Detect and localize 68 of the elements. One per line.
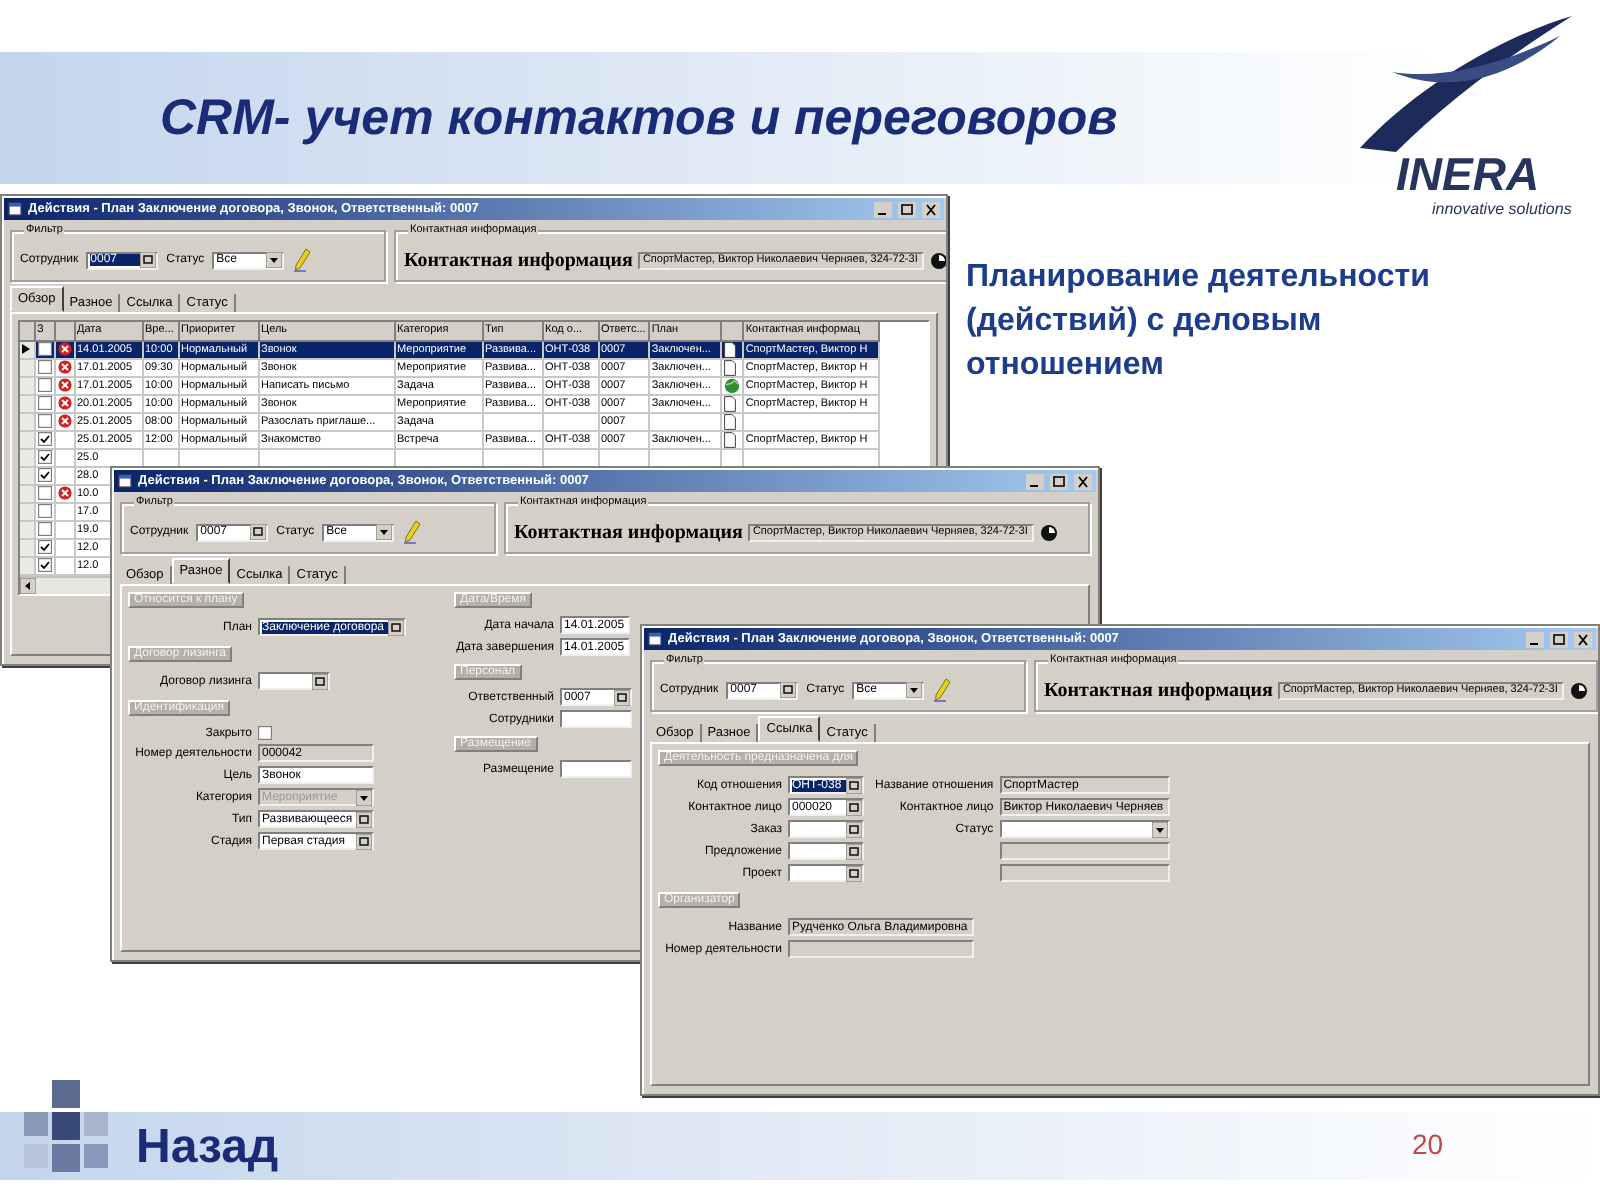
window-icon — [648, 632, 662, 646]
minimize-button[interactable] — [874, 201, 892, 217]
contact-icon[interactable] — [1569, 681, 1588, 699]
lookup-field[interactable] — [788, 820, 864, 838]
lookup-button[interactable] — [845, 799, 862, 815]
lookup-button[interactable] — [312, 673, 328, 689]
close-button[interactable] — [1074, 473, 1092, 489]
row-pointer-icon — [22, 344, 30, 354]
lookup-field[interactable] — [258, 672, 330, 690]
lookup-button[interactable] — [845, 865, 862, 881]
lookup-button[interactable] — [845, 777, 862, 793]
contact-heading: Контактная информация — [514, 521, 743, 543]
contact-icon[interactable] — [1039, 523, 1058, 541]
lookup-field[interactable] — [788, 864, 864, 882]
lookup-field[interactable] — [788, 842, 864, 860]
close-button[interactable] — [1574, 631, 1592, 647]
input-field[interactable] — [560, 760, 632, 778]
checkbox[interactable] — [37, 558, 51, 572]
checkbox[interactable] — [37, 414, 51, 428]
checkbox[interactable] — [37, 432, 51, 446]
back-link[interactable]: Назад — [136, 1120, 279, 1176]
lookup-button[interactable] — [845, 821, 862, 837]
checkbox[interactable] — [258, 726, 272, 740]
lookup-button[interactable] — [780, 682, 797, 698]
checkbox[interactable] — [37, 504, 51, 518]
checkbox[interactable] — [37, 360, 51, 374]
minimize-button[interactable] — [1026, 473, 1044, 489]
lookup-button[interactable] — [356, 833, 373, 849]
contact-icon[interactable] — [929, 251, 946, 269]
lookup-button[interactable] — [845, 843, 862, 859]
checkbox[interactable] — [37, 522, 51, 536]
dropdown-button[interactable] — [266, 252, 283, 268]
lookup-button[interactable] — [356, 811, 373, 827]
pencil-icon[interactable] — [292, 248, 313, 272]
scroll-left-icon[interactable] — [20, 577, 36, 593]
input-field[interactable] — [560, 710, 632, 728]
brand-name: INERA — [1396, 150, 1540, 200]
pencil-icon[interactable] — [402, 520, 423, 544]
checkbox[interactable] — [37, 342, 51, 356]
lookup-button[interactable] — [388, 619, 405, 635]
pencil-icon[interactable] — [932, 678, 953, 702]
lookup-button[interactable] — [250, 524, 267, 540]
brand-tagline: innovative solutions — [1432, 200, 1572, 218]
lookup-button[interactable] — [140, 252, 157, 268]
checkbox[interactable] — [37, 396, 51, 410]
close-button[interactable] — [922, 201, 940, 217]
lookup-button[interactable] — [614, 689, 630, 705]
contact-heading: Контактная информация — [1044, 679, 1273, 701]
page-number: 20 — [1412, 1128, 1444, 1160]
checkbox[interactable] — [37, 486, 51, 500]
checkbox[interactable] — [37, 378, 51, 392]
maximize-button[interactable] — [1050, 473, 1068, 489]
dropdown-button[interactable] — [906, 682, 923, 698]
checkbox[interactable] — [37, 468, 51, 482]
contact-heading: Контактная информация — [404, 249, 633, 271]
globe-icon — [723, 377, 740, 392]
maximize-button[interactable] — [1550, 631, 1568, 647]
minimize-button[interactable] — [1526, 631, 1544, 647]
dropdown-field[interactable] — [999, 820, 1170, 838]
window-icon — [118, 474, 132, 488]
slide-title: CRM- учет контактов и переговоров — [160, 90, 1118, 148]
slide-caption: Планирование деятельности (действий) с деловым отношением — [966, 258, 1432, 386]
dropdown-button[interactable] — [1151, 821, 1168, 837]
checkbox[interactable] — [37, 540, 51, 554]
maximize-button[interactable] — [898, 201, 916, 217]
window-icon — [8, 202, 22, 216]
dropdown-button[interactable] — [376, 524, 393, 540]
checkbox[interactable] — [37, 450, 51, 464]
